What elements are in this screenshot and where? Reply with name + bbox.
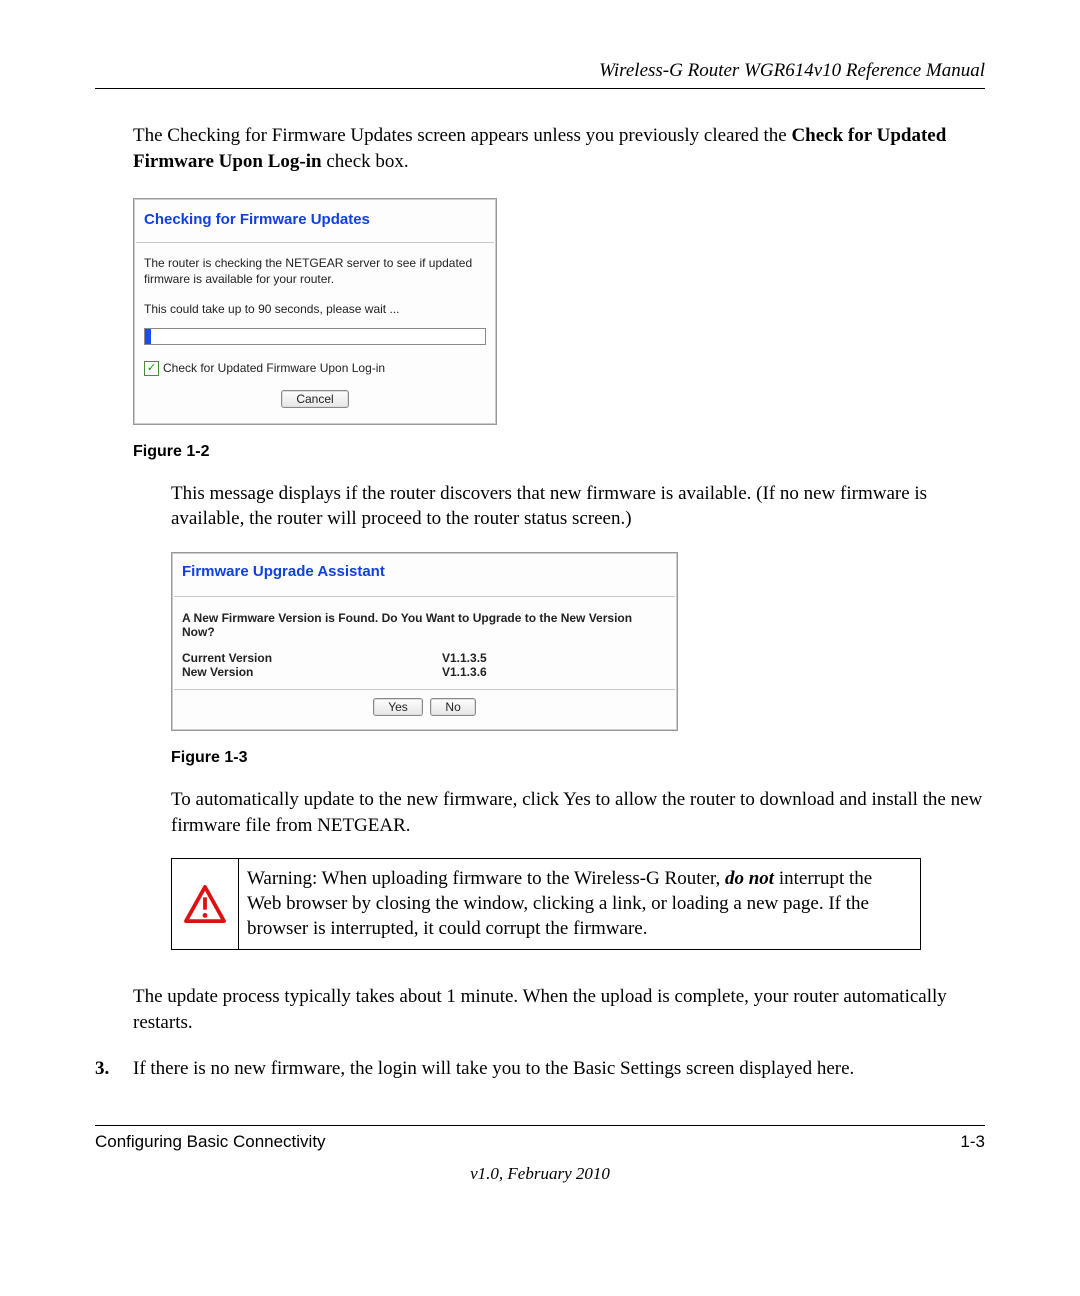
cancel-button[interactable]: Cancel [281,390,348,408]
warning-label: Warning: [247,868,317,889]
step-number: 3. [95,1056,133,1082]
mid-paragraph-2: To automatically update to the new firmw… [95,787,985,838]
warning-icon-cell [172,859,239,949]
footer-page: 1-3 [960,1132,985,1152]
mid-paragraph-1: This message displays if the router disc… [95,481,985,532]
current-version-label: Current Version [182,651,442,665]
doc-title: Wireless-G Router WGR614v10 Reference Ma… [95,60,985,82]
progress-fill [145,329,151,344]
no-button[interactable]: No [430,698,475,716]
dialog-title: Firmware Upgrade Assistant [172,561,677,596]
figure-1-3-caption: Figure 1-3 [95,749,985,767]
warning-box: Warning: When uploading firmware to the … [171,858,921,950]
dialog-text-2: This could take up to 90 seconds, please… [134,292,496,324]
checkbox-checked-icon[interactable]: ✓ [144,361,159,376]
mid2-before: To automatically update to the new firmw… [171,789,563,810]
intro-paragraph: The Checking for Firmware Updates screen… [95,123,985,174]
footer-rule [95,1125,985,1126]
step-text: If there is no new firmware, the login w… [133,1056,985,1082]
dialog-text-1: The router is checking the NETGEAR serve… [134,243,496,291]
dialog-title: Checking for Firmware Updates [134,209,496,242]
figure-1-2-caption: Figure 1-2 [95,443,985,461]
upgrade-prompt: A New Firmware Version is Found. Do You … [172,597,677,645]
intro-text-before: The Checking for Firmware Updates screen… [133,125,791,146]
intro-text-after: check box. [322,151,409,172]
warning-text: Warning: When uploading firmware to the … [239,859,920,949]
yes-button[interactable]: Yes [373,698,423,716]
warning-icon [184,885,226,923]
progress-bar [144,328,486,345]
version-table: Current Version V1.1.3.5 New Version V1.… [172,645,677,689]
new-version-value: V1.1.3.6 [442,665,487,679]
header-rule [95,88,985,89]
mid2-bold: Yes [563,789,591,810]
step-3: 3. If there is no new firmware, the logi… [95,1056,985,1082]
footer-version: v1.0, February 2010 [95,1164,985,1184]
footer-section: Configuring Basic Connectivity [95,1132,326,1152]
firmware-upgrade-dialog: Firmware Upgrade Assistant A New Firmwar… [171,552,678,731]
checkbox-row[interactable]: ✓ Check for Updated Firmware Upon Log-in [134,355,496,382]
current-version-value: V1.1.3.5 [442,651,487,665]
checkbox-label: Check for Updated Firmware Upon Log-in [163,361,385,375]
new-version-label: New Version [182,665,442,679]
warning-italic: do not [725,868,774,889]
mid-paragraph-3: The update process typically takes about… [95,984,985,1035]
firmware-check-dialog: Checking for Firmware Updates The router… [133,198,497,424]
warning-before-italic: When uploading firmware to the Wireless-… [317,868,725,889]
